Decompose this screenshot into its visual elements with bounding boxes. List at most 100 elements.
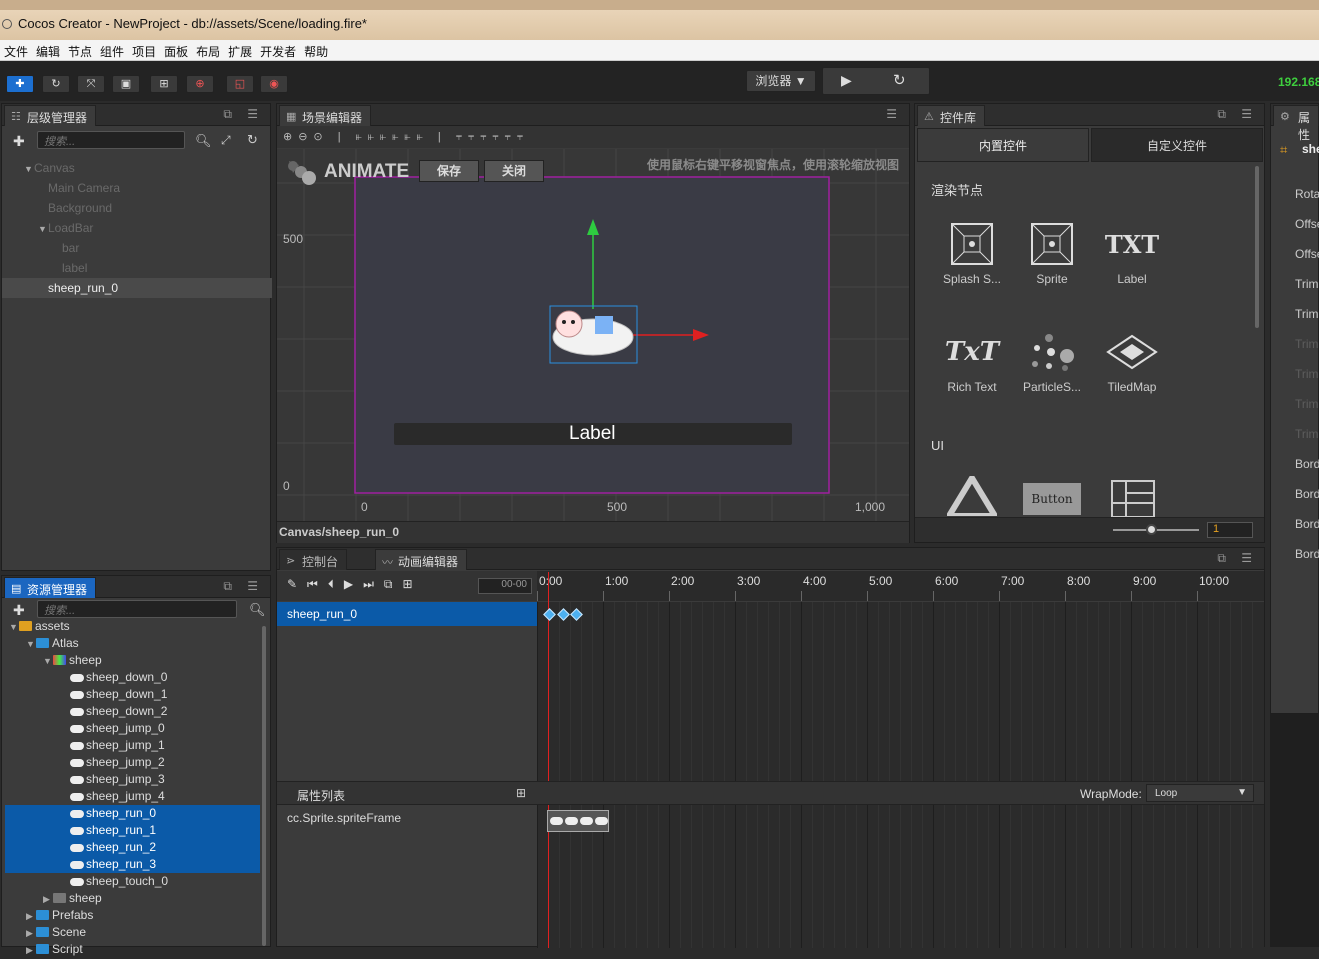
wrapmode-select[interactable]: Loop ▼ bbox=[1146, 784, 1254, 802]
search-icon[interactable]: 🔍︎ bbox=[249, 602, 266, 618]
refresh-icon[interactable]: ↻ bbox=[893, 71, 906, 89]
asset-item[interactable]: ▼ Atlas bbox=[5, 635, 79, 652]
fold-arrow-icon[interactable]: ▶ bbox=[26, 942, 36, 959]
asset-item[interactable]: ▼ sheep bbox=[5, 652, 102, 669]
tab-inspector[interactable]: ⚙ 属性 bbox=[1273, 105, 1319, 142]
add-asset-icon[interactable]: ✚ bbox=[13, 602, 25, 619]
tab-console[interactable]: ⋗ 控制台 bbox=[279, 549, 348, 570]
tab-animation-editor[interactable]: 〰动画编辑器 bbox=[375, 549, 468, 570]
fold-arrow-icon[interactable]: ▼ bbox=[24, 159, 34, 179]
spriteframe-keyframes[interactable] bbox=[547, 810, 609, 832]
align-toolbar[interactable]: ⊕⊖⊙ | ⫦⫦⫦⫦⫦⫦ | ⫧⫧⫧⫧⫧⫧ bbox=[277, 126, 909, 148]
asset-item[interactable]: ▶ Prefabs bbox=[5, 907, 93, 924]
asset-item[interactable]: ▼ assets bbox=[5, 618, 70, 635]
move-tool-icon[interactable]: ✚ bbox=[6, 75, 34, 93]
snap-toggle-icon[interactable]: ◉ bbox=[260, 75, 288, 93]
fold-arrow-icon[interactable]: ▼ bbox=[38, 219, 48, 239]
tab-widget-library[interactable]: ⚠ 控件库 bbox=[917, 105, 986, 126]
fold-arrow-icon[interactable]: ▼ bbox=[26, 636, 36, 653]
menu-project[interactable]: 项目 bbox=[128, 40, 160, 60]
widget-splash-sprite[interactable]: Splash S... bbox=[932, 216, 1012, 286]
rect-tool-icon[interactable]: ▣ bbox=[112, 75, 140, 93]
add-property-icon[interactable]: ⊞ bbox=[516, 786, 526, 800]
tab-scene[interactable]: ▦ 场景编辑器 bbox=[279, 105, 372, 126]
playhead[interactable] bbox=[548, 572, 549, 948]
widget-layout-grid-icon[interactable] bbox=[1110, 479, 1156, 519]
expand-icon[interactable]: ⤢ bbox=[221, 133, 231, 148]
play-icon[interactable]: ▶ bbox=[841, 72, 852, 89]
anchor-pivot-icon[interactable]: ⊞ bbox=[150, 75, 178, 93]
coordinate-mode-icon[interactable]: ⊕ bbox=[186, 75, 214, 93]
asset-item[interactable]: sheep_jump_2 bbox=[5, 754, 165, 771]
refresh-icon[interactable]: ↻ bbox=[247, 132, 258, 148]
current-time-input[interactable]: 00-00 bbox=[478, 578, 532, 594]
save-button[interactable]: 保存 bbox=[419, 160, 479, 182]
widget-rich-text[interactable]: TxT Rich Text bbox=[932, 324, 1012, 394]
asset-item[interactable]: ▶ Script bbox=[5, 941, 83, 958]
asset-item[interactable]: ▶ sheep bbox=[5, 890, 102, 907]
anim-controls[interactable]: ✎⏮⏴▶⏭⧉⊞ bbox=[287, 577, 423, 592]
close-button[interactable]: 关闭 bbox=[484, 160, 544, 182]
assets-scrollbar[interactable] bbox=[262, 626, 266, 946]
tab-hierarchy[interactable]: ☷ 层级管理器 bbox=[4, 105, 97, 126]
widget-tiledmap[interactable]: TiledMap bbox=[1092, 324, 1172, 394]
fold-arrow-icon[interactable]: ▶ bbox=[26, 925, 36, 942]
panel-menu-icon[interactable]: ⧉ ☰ bbox=[223, 579, 264, 594]
menu-edit[interactable]: 编辑 bbox=[32, 40, 64, 60]
menu-help[interactable]: 帮助 bbox=[300, 40, 332, 60]
asset-item[interactable]: ▶ Scene bbox=[5, 924, 86, 941]
menu-component[interactable]: 组件 bbox=[96, 40, 128, 60]
menu-extension[interactable]: 扩展 bbox=[224, 40, 256, 60]
fold-arrow-icon[interactable]: ▶ bbox=[43, 891, 53, 908]
widget-label[interactable]: TXT Label bbox=[1092, 216, 1172, 287]
fold-arrow-icon[interactable]: ▼ bbox=[9, 619, 19, 636]
search-icon[interactable]: 🔍︎ bbox=[195, 133, 212, 149]
asset-item[interactable]: sheep_run_3 bbox=[5, 856, 260, 873]
menu-developer[interactable]: 开发者 bbox=[256, 40, 300, 60]
zoom-slider-handle[interactable] bbox=[1146, 524, 1157, 535]
scene-viewport[interactable] bbox=[277, 149, 909, 521]
asset-item[interactable]: sheep_jump_3 bbox=[5, 771, 165, 788]
asset-item[interactable]: sheep_down_1 bbox=[5, 686, 167, 703]
tab-assets[interactable]: ▤ 资源管理器 bbox=[4, 577, 97, 598]
tab-custom-widgets[interactable]: 自定义控件 bbox=[1091, 128, 1263, 162]
asset-item[interactable]: sheep_run_1 bbox=[5, 822, 260, 839]
hierarchy-node[interactable]: bar bbox=[2, 238, 272, 258]
hierarchy-search-input[interactable]: 搜索... bbox=[37, 131, 185, 149]
fold-arrow-icon[interactable]: ▼ bbox=[43, 653, 53, 670]
widget-sprite[interactable]: Sprite bbox=[1012, 216, 1092, 286]
menu-file[interactable]: 文件 bbox=[0, 40, 32, 60]
asset-item[interactable]: sheep_run_2 bbox=[5, 839, 260, 856]
anim-node-row[interactable]: sheep_run_0 bbox=[277, 602, 537, 626]
gizmo-toggle-icon[interactable]: ◱ bbox=[226, 75, 254, 93]
asset-item[interactable]: sheep_down_0 bbox=[5, 669, 167, 686]
assets-search-input[interactable]: 搜索... bbox=[37, 600, 237, 618]
menu-node[interactable]: 节点 bbox=[64, 40, 96, 60]
asset-item[interactable]: sheep_jump_4 bbox=[5, 788, 165, 805]
menu-layout[interactable]: 布局 bbox=[192, 40, 224, 60]
scale-tool-icon[interactable]: ⤧ bbox=[77, 75, 105, 93]
scene-label-node[interactable]: Label bbox=[569, 423, 616, 445]
tab-builtin-widgets[interactable]: 内置控件 bbox=[917, 128, 1089, 162]
widget-button[interactable]: Button bbox=[1023, 483, 1081, 515]
keyframe-diamond[interactable] bbox=[543, 608, 556, 621]
hierarchy-node[interactable]: label bbox=[2, 258, 272, 278]
rotate-tool-icon[interactable]: ↻ bbox=[42, 75, 70, 93]
timeline-grid[interactable] bbox=[537, 572, 1264, 948]
zoom-value-input[interactable]: 1 bbox=[1207, 522, 1253, 538]
hierarchy-node[interactable]: Background bbox=[2, 198, 272, 218]
asset-item[interactable]: sheep_jump_0 bbox=[5, 720, 165, 737]
panel-menu-icon[interactable]: ⧉ ☰ bbox=[223, 107, 264, 122]
panel-menu-icon[interactable]: ☰ bbox=[886, 107, 903, 121]
widget-layout-triangle-icon[interactable] bbox=[947, 476, 997, 516]
asset-item[interactable]: sheep_touch_0 bbox=[5, 873, 168, 890]
property-row-spriteframe[interactable]: cc.Sprite.spriteFrame bbox=[287, 811, 401, 825]
widget-scrollbar[interactable] bbox=[1255, 166, 1259, 328]
hierarchy-node[interactable]: Main Camera bbox=[2, 178, 272, 198]
widget-particle-system[interactable]: ParticleS... bbox=[1012, 324, 1092, 394]
hierarchy-node[interactable]: ▼Canvas bbox=[2, 158, 272, 178]
menu-panel[interactable]: 面板 bbox=[160, 40, 192, 60]
panel-menu-icon[interactable]: ⧉ ☰ bbox=[1217, 551, 1258, 566]
asset-item[interactable]: sheep_jump_1 bbox=[5, 737, 165, 754]
hierarchy-node[interactable]: sheep_run_0 bbox=[2, 278, 272, 298]
